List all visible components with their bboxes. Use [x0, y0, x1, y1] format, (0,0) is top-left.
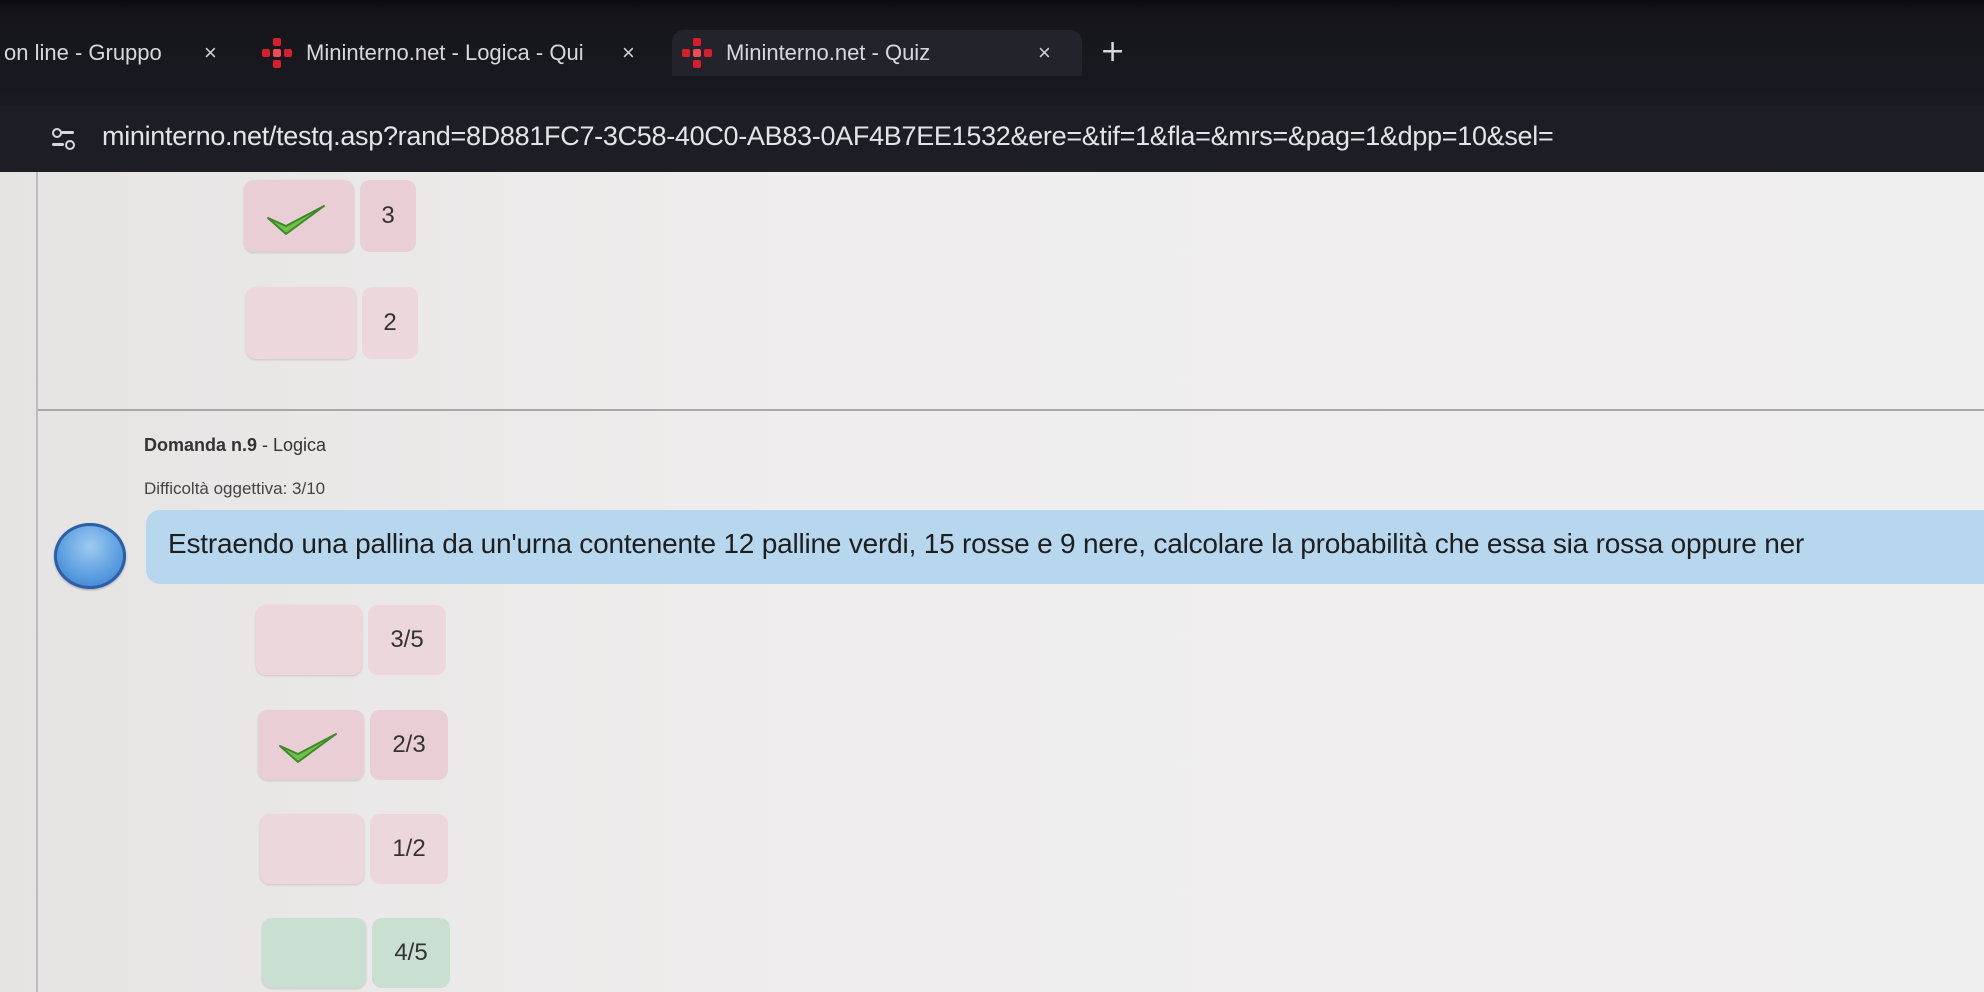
close-icon[interactable]: × [1038, 40, 1051, 66]
answer-select-box[interactable] [258, 710, 364, 780]
answer-option[interactable]: 3/5 [368, 605, 446, 675]
answer-option-correct[interactable]: 4/5 [372, 918, 450, 988]
new-tab-button[interactable]: + [1100, 34, 1125, 69]
question-text: Estraendo una pallina da un'urna contene… [168, 528, 1805, 559]
question-difficulty: Difficoltà oggettiva: 3/10 [144, 479, 326, 498]
tab-bar: on line - Gruppo × Mininterno.net - Logi… [0, 0, 1984, 106]
checkmark-icon [279, 733, 337, 763]
question-separator [38, 409, 1984, 411]
checkmark-icon [267, 205, 325, 235]
close-icon[interactable]: × [204, 40, 217, 66]
tab-logica-quiz[interactable]: Mininterno.net - Logica - Qui × [262, 30, 652, 76]
answer-select-box[interactable] [260, 814, 364, 884]
left-border [36, 172, 38, 992]
tab-title: Mininterno.net - Logica - Qui [306, 40, 584, 65]
answer-select-box[interactable] [244, 180, 354, 252]
answer-option[interactable]: 2 [362, 287, 418, 359]
tab-gruppo[interactable]: on line - Gruppo × [0, 30, 250, 76]
answer-select-box[interactable] [256, 605, 362, 675]
mininterno-logo-icon [682, 38, 712, 68]
question-number: Domanda n.9 [144, 435, 258, 455]
answer-select-box[interactable] [246, 287, 356, 359]
correct-answer-box[interactable] [262, 918, 366, 988]
answer-option[interactable]: 1/2 [370, 814, 448, 884]
answer-option[interactable]: 3 [360, 180, 416, 252]
answer-option[interactable]: 2/3 [370, 710, 448, 780]
close-icon[interactable]: × [622, 40, 635, 66]
tab-title: Mininterno.net - Quiz [726, 40, 931, 65]
question-bubble-icon [54, 523, 126, 589]
address-bar[interactable]: mininterno.net/testq.asp?rand=8D881FC7-3… [0, 106, 1984, 172]
question-category: - Logica [257, 435, 327, 455]
url-text[interactable]: mininterno.net/testq.asp?rand=8D881FC7-3… [102, 121, 1554, 152]
tab-quiz-active[interactable]: Mininterno.net - Quiz × [672, 30, 1082, 76]
question-title: Domanda n.9 - Logica [144, 435, 326, 456]
tab-title: on line - Gruppo [4, 40, 162, 65]
mininterno-logo-icon [262, 38, 292, 68]
tune-icon[interactable] [52, 128, 75, 150]
